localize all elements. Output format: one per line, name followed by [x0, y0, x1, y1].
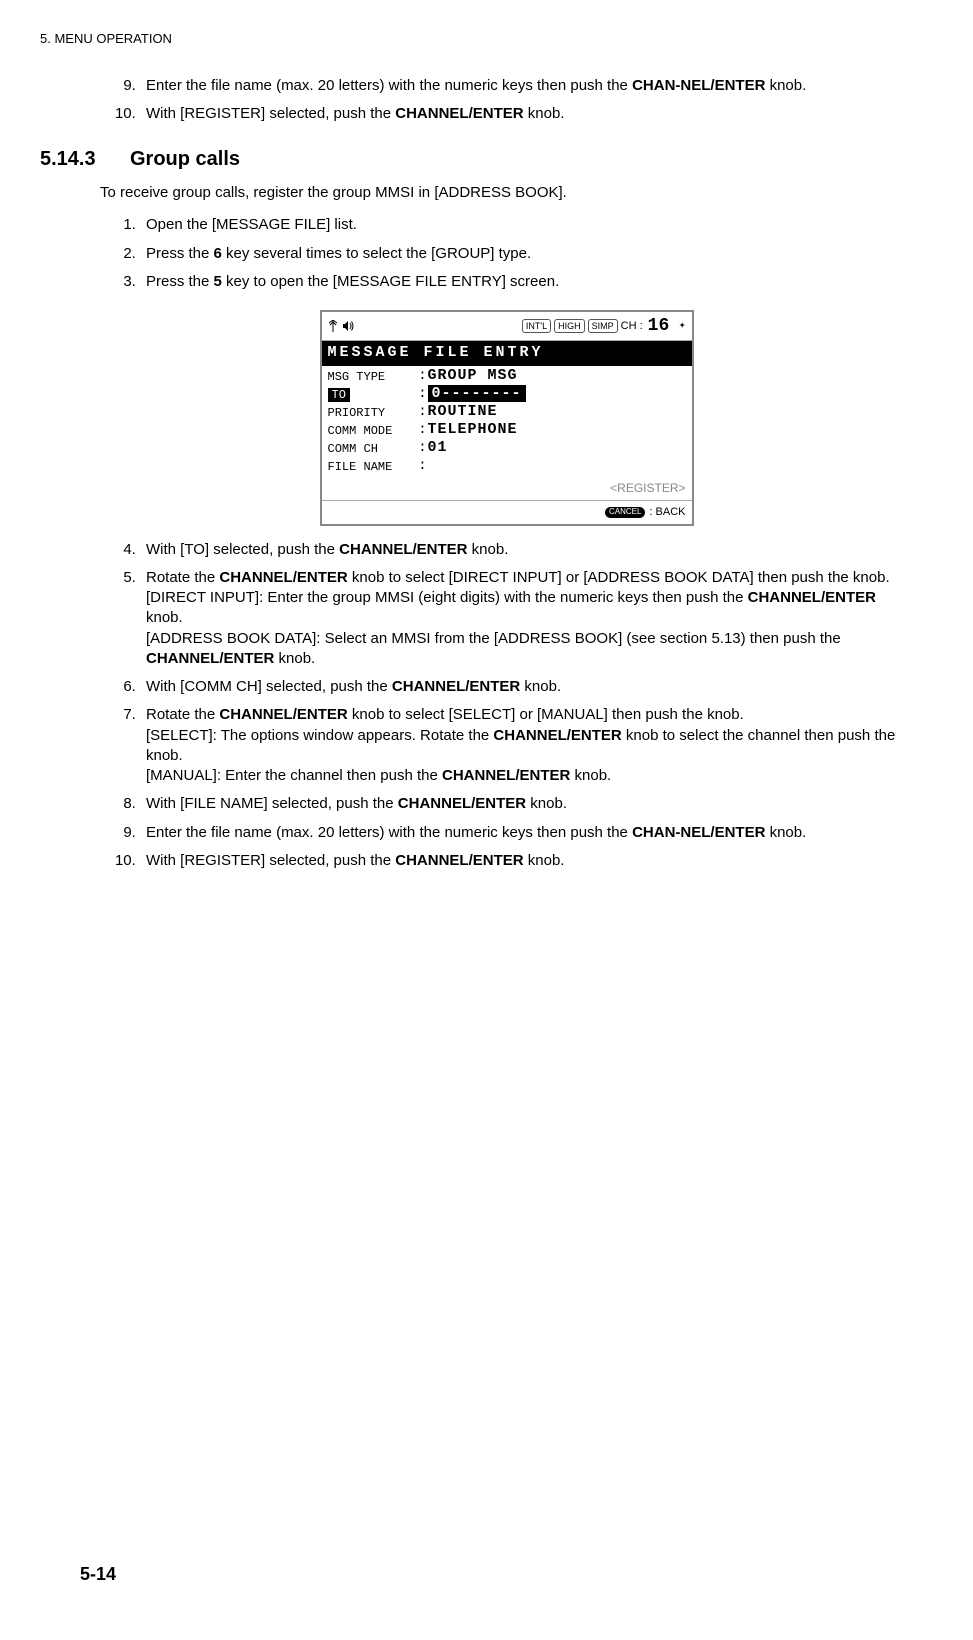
step-item: Press the 5 key to open the [MESSAGE FIL… — [140, 272, 913, 292]
step-item: With [REGISTER] selected, push the CHANN… — [140, 104, 913, 124]
step-item: Enter the file name (max. 20 letters) wi… — [140, 823, 913, 843]
main-content: Enter the file name (max. 20 letters) wi… — [100, 76, 913, 872]
step-item: Press the 6 key several times to select … — [140, 244, 913, 264]
screen-title: MESSAGE FILE ENTRY — [322, 341, 692, 365]
page-number: 5-14 — [80, 1562, 116, 1586]
pre-steps-list: Enter the file name (max. 20 letters) wi… — [100, 76, 913, 125]
screen-row: FILE NAME: — [328, 458, 686, 476]
step-item: Rotate the CHANNEL/ENTER knob to select … — [140, 705, 913, 786]
register-label: <REGISTER> — [322, 478, 692, 500]
screen-row: TO:0-------- — [328, 386, 686, 404]
antenna-icon — [328, 320, 338, 332]
simp-pill: SIMP — [588, 319, 618, 333]
sat-icon: ✦ — [672, 319, 685, 334]
screen-row: MSG TYPE:GROUP MSG — [328, 368, 686, 386]
section-number: 5.14.3 — [40, 146, 130, 173]
ch-number: 16 — [648, 314, 670, 338]
chapter-header: 5. MENU OPERATION — [40, 30, 913, 48]
intl-pill: INT'L — [522, 319, 551, 333]
step-item: With [REGISTER] selected, push the CHANN… — [140, 851, 913, 871]
section-intro: To receive group calls, register the gro… — [100, 183, 913, 203]
device-screenshot: INT'L HIGH SIMP CH : 16 ✦ MESSAGE FILE E… — [320, 310, 694, 526]
step-item: Enter the file name (max. 20 letters) wi… — [140, 76, 913, 96]
back-label: : BACK — [649, 505, 685, 520]
screen-row: COMM CH:01 — [328, 440, 686, 458]
step-item: Rotate the CHANNEL/ENTER knob to select … — [140, 568, 913, 669]
high-pill: HIGH — [554, 319, 585, 333]
ch-label: CH : — [621, 319, 643, 334]
section-title: Group calls — [130, 146, 240, 173]
step-item: With [TO] selected, push the CHANNEL/ENT… — [140, 540, 913, 560]
step-item: With [FILE NAME] selected, push the CHAN… — [140, 794, 913, 814]
screen-row: COMM MODE:TELEPHONE — [328, 422, 686, 440]
screen-row: PRIORITY:ROUTINE — [328, 404, 686, 422]
steps-list-a: Open the [MESSAGE FILE] list. Press the 6… — [100, 215, 913, 292]
steps-list-b: With [TO] selected, push the CHANNEL/ENT… — [100, 540, 913, 872]
speaker-icon — [342, 320, 354, 332]
step-item: With [COMM CH] selected, push the CHANNE… — [140, 677, 913, 697]
step-item: Open the [MESSAGE FILE] list. — [140, 215, 913, 235]
cancel-pill: CANCEL — [605, 507, 645, 518]
